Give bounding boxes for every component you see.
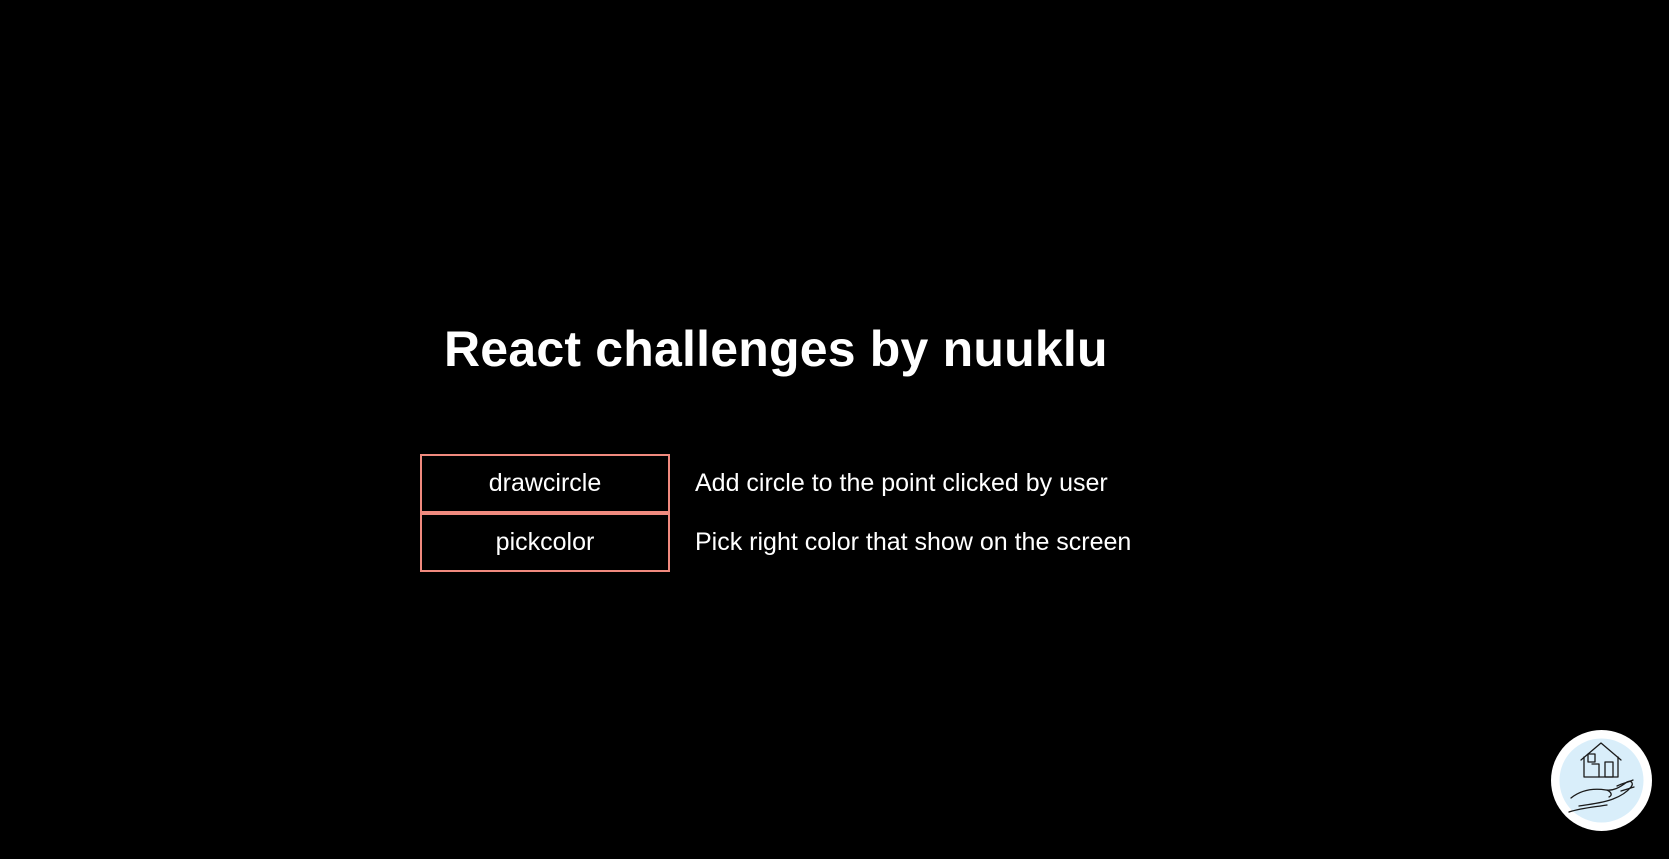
page: React challenges by nuuklu drawcircle Ad… <box>0 0 1669 859</box>
challenge-row-pickcolor: pickcolor Pick right color that show on … <box>420 513 1131 572</box>
challenge-list: drawcircle Add circle to the point click… <box>420 454 1131 572</box>
house-in-hand-icon <box>1559 738 1644 823</box>
challenge-row-drawcircle: drawcircle Add circle to the point click… <box>420 454 1131 513</box>
drawcircle-button[interactable]: drawcircle <box>420 454 670 513</box>
pickcolor-button[interactable]: pickcolor <box>420 513 670 572</box>
pickcolor-description: Pick right color that show on the screen <box>695 528 1132 556</box>
page-title: React challenges by nuuklu <box>444 321 1108 377</box>
drawcircle-description: Add circle to the point clicked by user <box>695 469 1108 497</box>
home-badge-button[interactable] <box>1551 730 1652 831</box>
